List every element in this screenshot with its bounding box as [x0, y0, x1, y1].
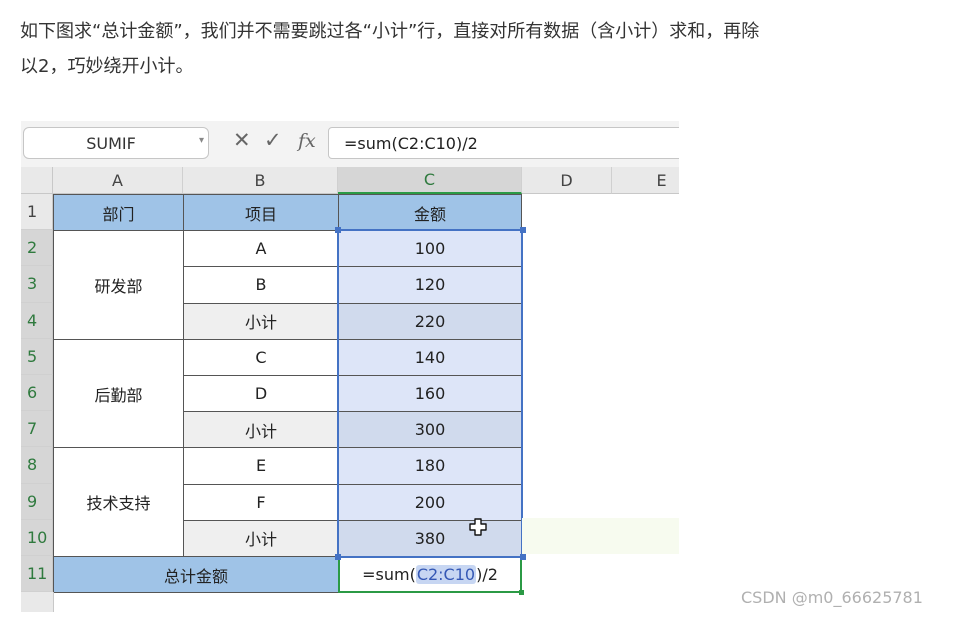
cancel-icon[interactable]: ✕ — [233, 128, 251, 152]
cell-subtotal-label[interactable]: 小计 — [183, 411, 339, 449]
cell-amount[interactable]: 300 — [338, 411, 522, 449]
cell-header-amount[interactable]: 金额 — [338, 194, 522, 232]
row-header-2[interactable]: 2 — [21, 230, 53, 267]
cell-item[interactable]: B — [183, 266, 339, 304]
row-header-3[interactable]: 3 — [21, 266, 53, 303]
spreadsheet-screenshot: SUMIF ▾ ✕ ✓ fx =sum(C2:C10)/2 ABCDE12345… — [21, 121, 679, 617]
cell-amount[interactable]: 200 — [338, 483, 522, 521]
chevron-down-icon[interactable]: ▾ — [199, 135, 204, 146]
fill-handle[interactable] — [519, 590, 524, 596]
cell-subtotal-label[interactable]: 小计 — [183, 302, 339, 340]
row-header-11[interactable]: 11 — [21, 556, 53, 593]
selection-handle[interactable] — [335, 554, 341, 560]
total-formula-range: C2:C10 — [415, 565, 477, 585]
name-box[interactable]: SUMIF ▾ — [23, 127, 209, 159]
formula-text: =sum(C2:C10)/2 — [344, 134, 478, 153]
row-header-8[interactable]: 8 — [21, 447, 53, 484]
selection-handle[interactable] — [520, 227, 526, 234]
cell-amount[interactable]: 220 — [338, 302, 522, 340]
cell-item[interactable]: E — [183, 447, 339, 485]
cell-amount[interactable]: 160 — [338, 375, 522, 413]
cell-amount[interactable]: 180 — [338, 447, 522, 485]
cell-total-formula[interactable]: =sum(C2:C10)/2 — [338, 556, 522, 594]
cell-dept[interactable]: 后勤部 — [53, 338, 184, 449]
selection-handle[interactable] — [335, 227, 341, 234]
row-header-10[interactable]: 10 — [21, 519, 53, 556]
select-all-corner[interactable] — [21, 167, 53, 194]
formula-bar: SUMIF ▾ ✕ ✓ fx =sum(C2:C10)/2 — [21, 121, 679, 167]
row-header-7[interactable]: 7 — [21, 411, 53, 448]
cell-item[interactable]: C — [183, 338, 339, 376]
move-cursor-icon — [469, 518, 487, 536]
column-header-B[interactable]: B — [183, 167, 338, 194]
total-formula-suffix: )/2 — [476, 565, 498, 585]
column-header-C[interactable]: C — [338, 167, 522, 194]
formula-input[interactable]: =sum(C2:C10)/2 — [328, 127, 679, 159]
column-header-E[interactable]: E — [612, 167, 679, 194]
paragraph-line-2: 以2，巧妙绕开小计。 — [20, 56, 194, 77]
paragraph-line-1: 如下图求“总计金额”，我们并不需要跳过各“小计”行，直接对所有数据（含小计）求和… — [20, 21, 760, 42]
column-header-D[interactable]: D — [522, 167, 612, 194]
column-header-A[interactable]: A — [53, 167, 183, 194]
watermark: CSDN @m0_66625781 — [741, 588, 923, 607]
total-formula-prefix: =sum( — [362, 565, 416, 585]
faint-highlight — [522, 517, 679, 554]
enter-icon[interactable]: ✓ — [264, 128, 282, 152]
article-text: 如下图求“总计金额”，我们并不需要跳过各“小计”行，直接对所有数据（含小计）求和… — [20, 14, 920, 84]
cell-dept[interactable]: 技术支持 — [53, 447, 184, 557]
cell-amount[interactable]: 140 — [338, 338, 522, 376]
cell-item[interactable]: A — [183, 230, 339, 268]
cell-amount[interactable]: 100 — [338, 230, 522, 268]
cell-subtotal-label[interactable]: 小计 — [183, 519, 339, 557]
cell-header-dept[interactable]: 部门 — [53, 194, 184, 232]
cell-amount[interactable]: 380 — [338, 519, 522, 557]
cell-dept[interactable]: 研发部 — [53, 230, 184, 340]
row-header-5[interactable]: 5 — [21, 338, 53, 375]
cell-header-item[interactable]: 项目 — [183, 194, 339, 232]
cell-total-label[interactable]: 总计金额 — [53, 556, 339, 594]
row-header-4[interactable]: 4 — [21, 302, 53, 339]
cell-item[interactable]: D — [183, 375, 339, 413]
row-header-1[interactable]: 1 — [21, 194, 53, 231]
cell-item[interactable]: F — [183, 483, 339, 521]
fx-icon[interactable]: fx — [298, 130, 316, 152]
cell-amount[interactable]: 120 — [338, 266, 522, 304]
selection-handle[interactable] — [520, 554, 526, 560]
row-header-partial — [21, 592, 54, 613]
row-header-9[interactable]: 9 — [21, 483, 53, 520]
row-header-6[interactable]: 6 — [21, 375, 53, 412]
name-box-value: SUMIF — [86, 134, 136, 153]
